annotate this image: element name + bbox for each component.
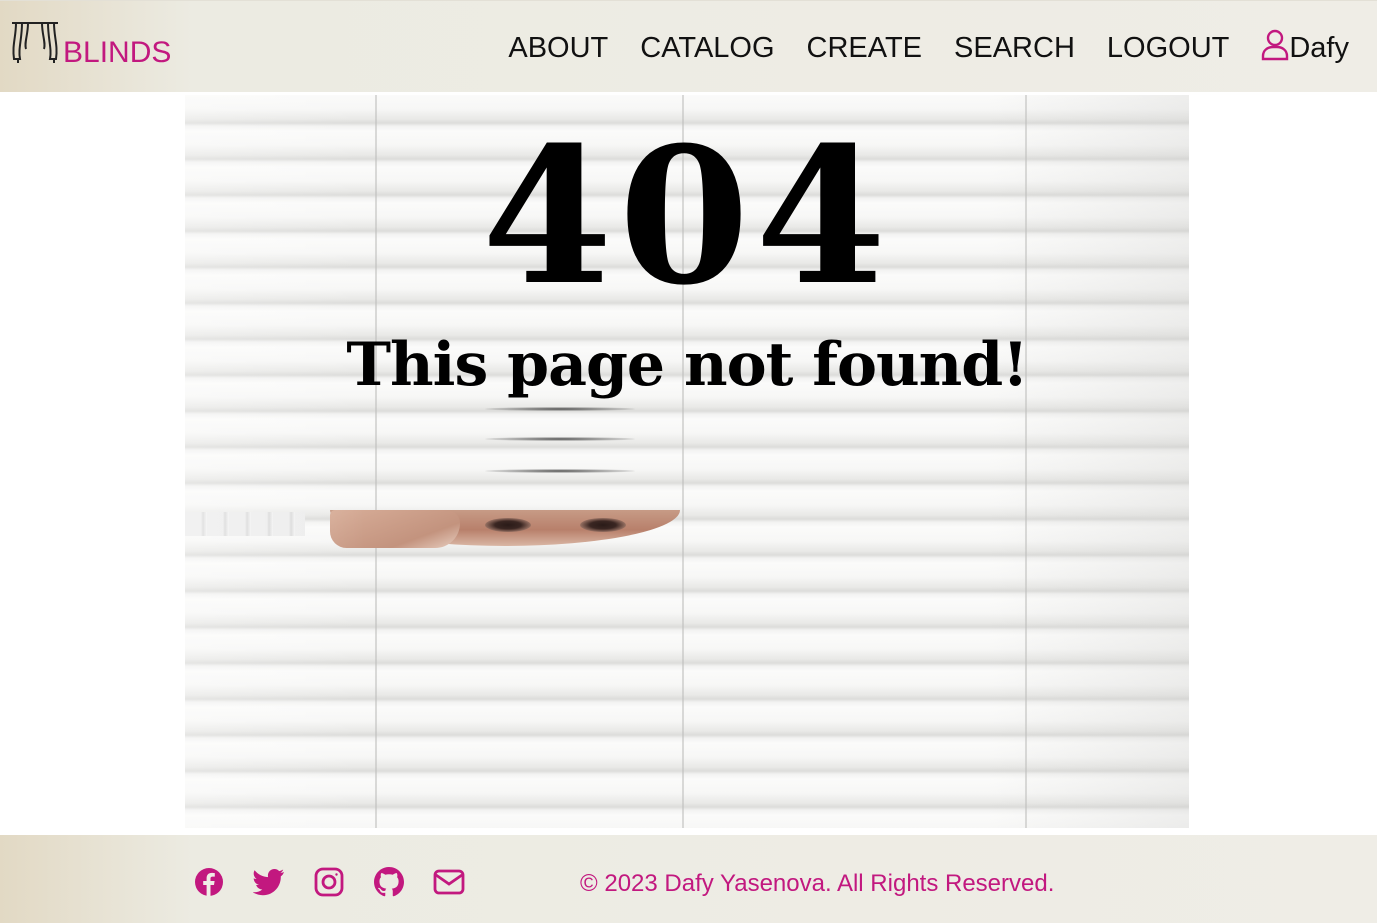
envelope-icon[interactable]	[433, 866, 465, 898]
error-code: 404	[481, 106, 893, 327]
facebook-icon[interactable]	[193, 866, 225, 898]
copyright-text: © 2023 Dafy Yasenova. All Rights Reserve…	[580, 870, 1055, 897]
nav-create[interactable]: CREATE	[807, 30, 922, 66]
nav-search[interactable]: SEARCH	[954, 30, 1075, 66]
github-icon[interactable]	[373, 866, 405, 898]
site-header: BLINDS ABOUT CATALOG CREATE SEARCH LOGOU…	[0, 0, 1377, 92]
error-message: This page not found!	[346, 330, 1028, 400]
nav-about[interactable]: ABOUT	[508, 30, 608, 66]
logo-link[interactable]: BLINDS	[10, 19, 172, 69]
site-footer: © 2023 Dafy Yasenova. All Rights Reserve…	[0, 835, 1377, 923]
twitter-icon[interactable]	[253, 866, 285, 898]
curtains-icon	[10, 19, 60, 65]
nav-catalog[interactable]: CATALOG	[640, 30, 774, 66]
logo-text: BLINDS	[63, 36, 172, 69]
user-name: Dafy	[1289, 31, 1349, 64]
main-nav: ABOUT CATALOG CREATE SEARCH LOGOUT Dafy	[476, 29, 1349, 66]
user-icon	[1261, 29, 1289, 66]
instagram-icon[interactable]	[313, 866, 345, 898]
nav-logout[interactable]: LOGOUT	[1107, 30, 1229, 66]
social-links	[193, 866, 493, 898]
nav-user-profile[interactable]: Dafy	[1261, 29, 1349, 66]
